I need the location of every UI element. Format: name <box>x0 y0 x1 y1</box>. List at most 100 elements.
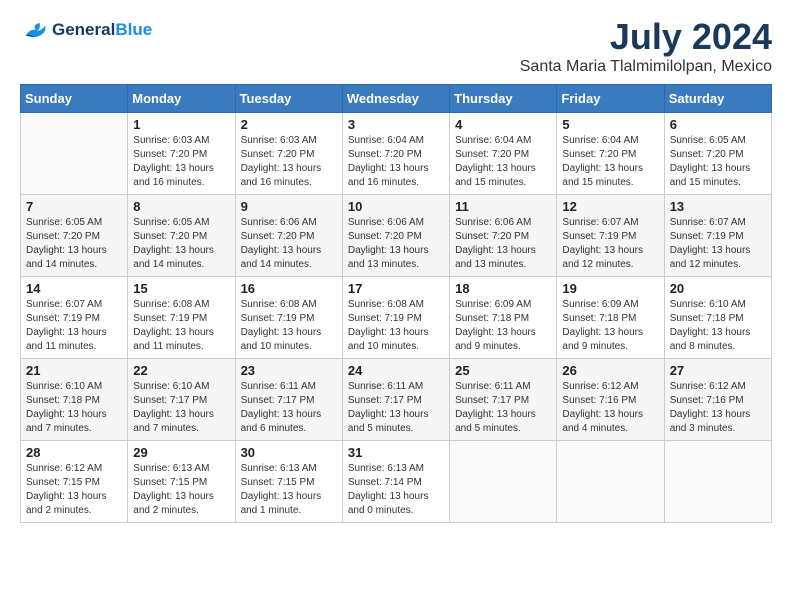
calendar-cell: 2 Sunrise: 6:03 AM Sunset: 7:20 PM Daylig… <box>235 113 342 195</box>
day-number: 31 <box>348 445 444 460</box>
day-info: Sunrise: 6:10 AM Sunset: 7:17 PM Dayligh… <box>133 380 229 436</box>
day-info: Sunrise: 6:04 AM Sunset: 7:20 PM Dayligh… <box>562 134 658 190</box>
day-number: 11 <box>455 199 551 214</box>
day-number: 2 <box>241 117 337 132</box>
day-number: 28 <box>26 445 122 460</box>
day-info: Sunrise: 6:13 AM Sunset: 7:15 PM Dayligh… <box>241 462 337 518</box>
day-info: Sunrise: 6:11 AM Sunset: 7:17 PM Dayligh… <box>455 380 551 436</box>
day-info: Sunrise: 6:08 AM Sunset: 7:19 PM Dayligh… <box>348 298 444 354</box>
day-info: Sunrise: 6:05 AM Sunset: 7:20 PM Dayligh… <box>133 216 229 272</box>
title-section: July 2024 Santa Maria Tlalmimilolpan, Me… <box>520 16 772 76</box>
day-number: 7 <box>26 199 122 214</box>
calendar-cell: 15 Sunrise: 6:08 AM Sunset: 7:19 PM Dayli… <box>128 277 235 359</box>
day-header-wednesday: Wednesday <box>342 85 449 113</box>
day-info: Sunrise: 6:12 AM Sunset: 7:15 PM Dayligh… <box>26 462 122 518</box>
day-info: Sunrise: 6:09 AM Sunset: 7:18 PM Dayligh… <box>455 298 551 354</box>
page-header: GeneralBlue July 2024 Santa Maria Tlalmi… <box>20 16 772 76</box>
calendar-cell: 30 Sunrise: 6:13 AM Sunset: 7:15 PM Dayli… <box>235 441 342 523</box>
day-number: 27 <box>670 363 766 378</box>
day-info: Sunrise: 6:06 AM Sunset: 7:20 PM Dayligh… <box>241 216 337 272</box>
calendar-cell: 28 Sunrise: 6:12 AM Sunset: 7:15 PM Dayli… <box>21 441 128 523</box>
day-number: 9 <box>241 199 337 214</box>
calendar-cell: 25 Sunrise: 6:11 AM Sunset: 7:17 PM Dayli… <box>450 359 557 441</box>
day-number: 21 <box>26 363 122 378</box>
calendar-week-row: 7 Sunrise: 6:05 AM Sunset: 7:20 PM Daylig… <box>21 195 772 277</box>
day-info: Sunrise: 6:08 AM Sunset: 7:19 PM Dayligh… <box>241 298 337 354</box>
day-number: 5 <box>562 117 658 132</box>
calendar-cell: 9 Sunrise: 6:06 AM Sunset: 7:20 PM Daylig… <box>235 195 342 277</box>
calendar-week-row: 21 Sunrise: 6:10 AM Sunset: 7:18 PM Dayli… <box>21 359 772 441</box>
logo: GeneralBlue <box>20 16 152 44</box>
month-title: July 2024 <box>520 16 772 58</box>
day-number: 19 <box>562 281 658 296</box>
calendar-week-row: 1 Sunrise: 6:03 AM Sunset: 7:20 PM Daylig… <box>21 113 772 195</box>
day-number: 12 <box>562 199 658 214</box>
day-info: Sunrise: 6:04 AM Sunset: 7:20 PM Dayligh… <box>455 134 551 190</box>
day-info: Sunrise: 6:07 AM Sunset: 7:19 PM Dayligh… <box>26 298 122 354</box>
day-number: 18 <box>455 281 551 296</box>
day-number: 25 <box>455 363 551 378</box>
calendar-cell: 3 Sunrise: 6:04 AM Sunset: 7:20 PM Daylig… <box>342 113 449 195</box>
day-info: Sunrise: 6:10 AM Sunset: 7:18 PM Dayligh… <box>670 298 766 354</box>
day-number: 30 <box>241 445 337 460</box>
calendar-cell: 13Sunrise: 6:07 AM Sunset: 7:19 PM Dayli… <box>664 195 771 277</box>
calendar-cell: 26Sunrise: 6:12 AM Sunset: 7:16 PM Dayli… <box>557 359 664 441</box>
day-number: 20 <box>670 281 766 296</box>
calendar-cell: 4Sunrise: 6:04 AM Sunset: 7:20 PM Daylig… <box>450 113 557 195</box>
calendar-cell: 5 Sunrise: 6:04 AM Sunset: 7:20 PM Daylig… <box>557 113 664 195</box>
calendar-cell: 16 Sunrise: 6:08 AM Sunset: 7:19 PM Dayli… <box>235 277 342 359</box>
calendar-header-row: SundayMondayTuesdayWednesdayThursdayFrid… <box>21 85 772 113</box>
day-number: 26 <box>562 363 658 378</box>
calendar-cell: 1 Sunrise: 6:03 AM Sunset: 7:20 PM Daylig… <box>128 113 235 195</box>
calendar-cell: 21 Sunrise: 6:10 AM Sunset: 7:18 PM Dayli… <box>21 359 128 441</box>
day-info: Sunrise: 6:06 AM Sunset: 7:20 PM Dayligh… <box>455 216 551 272</box>
calendar-cell: 12 Sunrise: 6:07 AM Sunset: 7:19 PM Dayli… <box>557 195 664 277</box>
day-info: Sunrise: 6:03 AM Sunset: 7:20 PM Dayligh… <box>133 134 229 190</box>
day-header-monday: Monday <box>128 85 235 113</box>
calendar-cell <box>21 113 128 195</box>
day-header-saturday: Saturday <box>664 85 771 113</box>
day-info: Sunrise: 6:03 AM Sunset: 7:20 PM Dayligh… <box>241 134 337 190</box>
calendar-cell: 7 Sunrise: 6:05 AM Sunset: 7:20 PM Daylig… <box>21 195 128 277</box>
logo-text: GeneralBlue <box>52 21 152 40</box>
calendar-cell <box>557 441 664 523</box>
calendar-week-row: 14 Sunrise: 6:07 AM Sunset: 7:19 PM Dayli… <box>21 277 772 359</box>
day-info: Sunrise: 6:04 AM Sunset: 7:20 PM Dayligh… <box>348 134 444 190</box>
calendar-cell: 14 Sunrise: 6:07 AM Sunset: 7:19 PM Dayli… <box>21 277 128 359</box>
day-number: 10 <box>348 199 444 214</box>
calendar-cell: 19 Sunrise: 6:09 AM Sunset: 7:18 PM Dayli… <box>557 277 664 359</box>
day-header-thursday: Thursday <box>450 85 557 113</box>
calendar-cell: 18 Sunrise: 6:09 AM Sunset: 7:18 PM Dayli… <box>450 277 557 359</box>
day-header-friday: Friday <box>557 85 664 113</box>
day-info: Sunrise: 6:10 AM Sunset: 7:18 PM Dayligh… <box>26 380 122 436</box>
calendar-cell: 6Sunrise: 6:05 AM Sunset: 7:20 PM Daylig… <box>664 113 771 195</box>
day-info: Sunrise: 6:07 AM Sunset: 7:19 PM Dayligh… <box>562 216 658 272</box>
day-number: 16 <box>241 281 337 296</box>
day-number: 1 <box>133 117 229 132</box>
calendar-cell: 31 Sunrise: 6:13 AM Sunset: 7:14 PM Dayli… <box>342 441 449 523</box>
day-number: 24 <box>348 363 444 378</box>
day-info: Sunrise: 6:09 AM Sunset: 7:18 PM Dayligh… <box>562 298 658 354</box>
calendar-cell: 20 Sunrise: 6:10 AM Sunset: 7:18 PM Dayli… <box>664 277 771 359</box>
day-info: Sunrise: 6:11 AM Sunset: 7:17 PM Dayligh… <box>241 380 337 436</box>
day-info: Sunrise: 6:05 AM Sunset: 7:20 PM Dayligh… <box>26 216 122 272</box>
day-number: 14 <box>26 281 122 296</box>
day-number: 22 <box>133 363 229 378</box>
day-number: 29 <box>133 445 229 460</box>
day-info: Sunrise: 6:12 AM Sunset: 7:16 PM Dayligh… <box>670 380 766 436</box>
calendar-cell: 27 Sunrise: 6:12 AM Sunset: 7:16 PM Dayli… <box>664 359 771 441</box>
day-info: Sunrise: 6:06 AM Sunset: 7:20 PM Dayligh… <box>348 216 444 272</box>
calendar-cell: 23Sunrise: 6:11 AM Sunset: 7:17 PM Dayli… <box>235 359 342 441</box>
day-number: 3 <box>348 117 444 132</box>
calendar-cell: 8 Sunrise: 6:05 AM Sunset: 7:20 PM Daylig… <box>128 195 235 277</box>
day-info: Sunrise: 6:13 AM Sunset: 7:15 PM Dayligh… <box>133 462 229 518</box>
day-info: Sunrise: 6:13 AM Sunset: 7:14 PM Dayligh… <box>348 462 444 518</box>
calendar-cell: 29 Sunrise: 6:13 AM Sunset: 7:15 PM Dayli… <box>128 441 235 523</box>
location-subtitle: Santa Maria Tlalmimilolpan, Mexico <box>520 58 772 76</box>
day-number: 8 <box>133 199 229 214</box>
day-number: 15 <box>133 281 229 296</box>
day-number: 13 <box>670 199 766 214</box>
calendar-table: SundayMondayTuesdayWednesdayThursdayFrid… <box>20 84 772 523</box>
calendar-cell: 17Sunrise: 6:08 AM Sunset: 7:19 PM Dayli… <box>342 277 449 359</box>
day-info: Sunrise: 6:08 AM Sunset: 7:19 PM Dayligh… <box>133 298 229 354</box>
